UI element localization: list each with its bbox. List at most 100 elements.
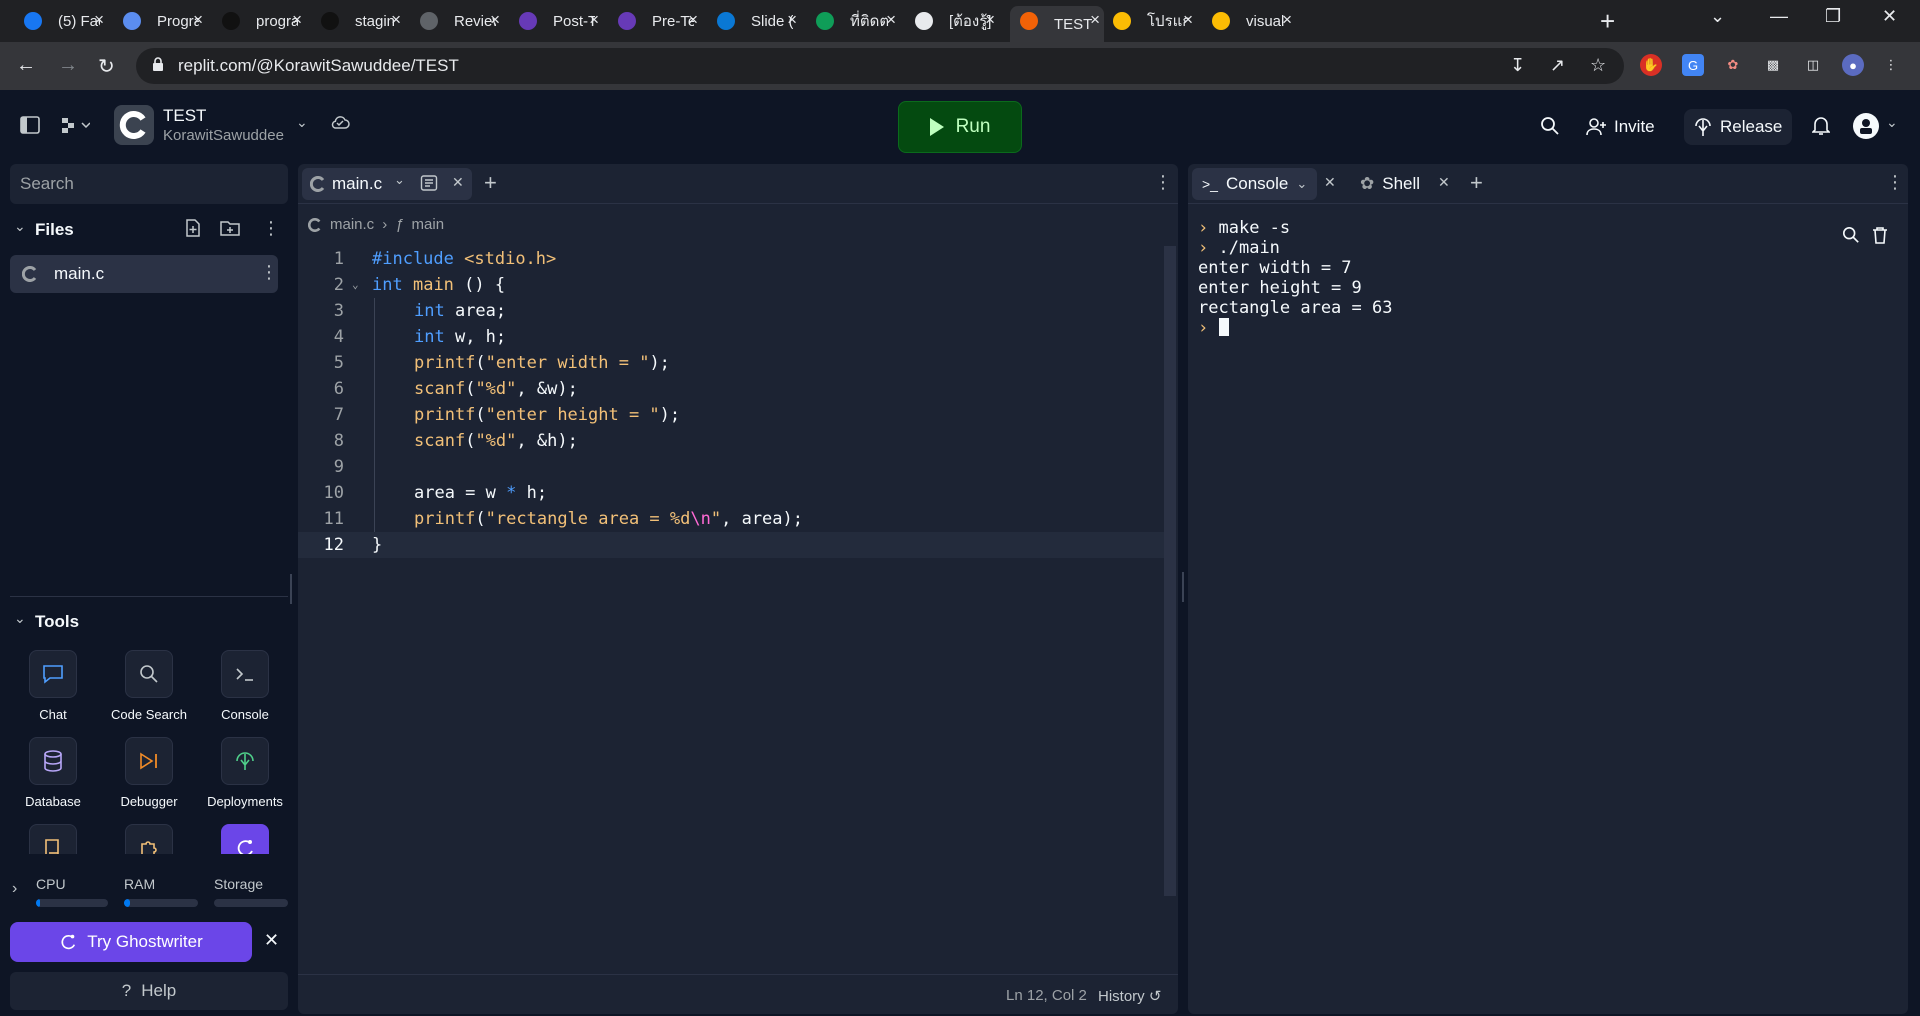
tool-ghostwriter[interactable] bbox=[200, 824, 290, 854]
repl-owner[interactable]: KorawitSawuddee bbox=[163, 127, 284, 144]
file-item-main-c[interactable]: main.c ⋮ bbox=[10, 255, 278, 293]
tool-database[interactable]: Database bbox=[8, 737, 98, 809]
close-tab-icon[interactable]: × bbox=[787, 10, 797, 30]
editor-scrollbar[interactable] bbox=[1164, 246, 1176, 896]
files-collapse-chevron-icon[interactable]: ⌄ bbox=[14, 218, 26, 235]
tools-section-title[interactable]: Tools bbox=[35, 612, 79, 632]
forward-icon[interactable]: → bbox=[58, 54, 78, 77]
tab-console[interactable]: >_ Console ⌄ bbox=[1192, 168, 1318, 200]
console-output[interactable]: › make -s › ./main enter width = 7 enter… bbox=[1198, 218, 1392, 338]
new-file-icon[interactable] bbox=[185, 219, 201, 242]
tab-shell[interactable]: ✿ Shell bbox=[1350, 168, 1430, 200]
tools-collapse-chevron-icon[interactable]: ⌄ bbox=[14, 610, 26, 627]
install-app-icon[interactable]: ↧ bbox=[1510, 55, 1525, 76]
close-tab-icon[interactable]: ✕ bbox=[1324, 174, 1336, 191]
add-tab-icon[interactable]: + bbox=[1470, 170, 1483, 196]
tool-console[interactable]: Console bbox=[200, 650, 290, 722]
sidebar-resize-handle[interactable] bbox=[290, 574, 292, 604]
dismiss-ghostwriter-icon[interactable]: ✕ bbox=[264, 930, 279, 951]
editor-tab-main-c[interactable]: main.c ⌄ ✕ bbox=[302, 168, 472, 200]
browser-tab[interactable]: Post-T × bbox=[509, 6, 603, 36]
browser-tab[interactable]: ที่ติดตา× bbox=[806, 6, 900, 36]
console-search-icon[interactable] bbox=[1842, 226, 1860, 249]
try-ghostwriter-button[interactable]: Try Ghostwriter bbox=[10, 922, 252, 962]
clear-console-trash-icon[interactable] bbox=[1872, 226, 1888, 249]
user-avatar[interactable] bbox=[1852, 112, 1880, 145]
bookmark-star-icon[interactable]: ☆ bbox=[1590, 55, 1606, 76]
help-button[interactable]: ? Help bbox=[10, 972, 288, 1010]
chrome-menu-icon[interactable]: ⋮ bbox=[1880, 54, 1902, 76]
browser-tab[interactable]: progra × bbox=[212, 6, 306, 36]
browser-tab[interactable]: Progra × bbox=[113, 6, 207, 36]
repl-name[interactable]: TEST bbox=[163, 106, 206, 126]
tool-deployments[interactable]: Deployments bbox=[200, 737, 290, 809]
tab-chevron-down-icon[interactable]: ⌄ bbox=[1296, 176, 1307, 192]
close-tab-icon[interactable]: × bbox=[490, 10, 500, 30]
translate-extension-icon[interactable]: G bbox=[1682, 54, 1704, 76]
maximize-icon[interactable]: ❐ bbox=[1825, 6, 1841, 27]
browser-tab[interactable]: Pre-Te × bbox=[608, 6, 702, 36]
code-editor[interactable]: 1 #include <stdio.h> 2 ⌄ int main () { 3 int… bbox=[298, 246, 1168, 558]
new-folder-icon[interactable] bbox=[220, 219, 240, 242]
fold-chevron-icon[interactable]: ⌄ bbox=[352, 272, 359, 298]
close-tab-icon[interactable]: × bbox=[1282, 10, 1292, 30]
run-button[interactable]: Run bbox=[898, 101, 1022, 153]
close-tab-icon[interactable]: × bbox=[193, 10, 203, 30]
breadcrumb-file[interactable]: main.c bbox=[330, 216, 374, 233]
files-more-icon[interactable]: ⋮ bbox=[262, 218, 280, 239]
pane-resize-handle[interactable] bbox=[1182, 572, 1184, 602]
browser-tab[interactable]: [ต้องรู้] × bbox=[905, 6, 999, 36]
browser-tab[interactable]: (5) Fac× bbox=[14, 6, 108, 36]
search-icon[interactable] bbox=[1540, 116, 1560, 141]
new-tab-button[interactable]: + bbox=[1600, 6, 1615, 37]
browser-tab[interactable]: visual × bbox=[1202, 6, 1296, 36]
cursor-position[interactable]: Ln 12, Col 2 bbox=[1006, 987, 1087, 1004]
sidebar-toggle-icon[interactable] bbox=[20, 116, 40, 139]
back-icon[interactable]: ← bbox=[16, 54, 36, 77]
browser-tab[interactable]: Slide (× bbox=[707, 6, 801, 36]
extensions-puzzle-icon[interactable]: ▩ bbox=[1762, 54, 1784, 76]
close-tab-icon[interactable]: × bbox=[985, 10, 995, 30]
release-button[interactable]: Release bbox=[1684, 109, 1793, 145]
browser-tab[interactable]: โปรแกร× bbox=[1103, 6, 1197, 36]
console-more-icon[interactable]: ⋮ bbox=[1886, 172, 1904, 193]
history-button[interactable]: History ↺ bbox=[1098, 987, 1161, 1005]
tab-search-icon[interactable]: ⌄ bbox=[1710, 6, 1725, 27]
editor-more-icon[interactable]: ⋮ bbox=[1154, 172, 1172, 193]
tool-debugger[interactable]: Debugger bbox=[104, 737, 194, 809]
repl-dropdown-chevron-icon[interactable]: ⌄ bbox=[296, 114, 308, 131]
close-tab-icon[interactable]: ✕ bbox=[452, 174, 464, 191]
files-section-title[interactable]: Files bbox=[35, 220, 74, 240]
close-tab-icon[interactable]: × bbox=[688, 10, 698, 30]
address-bar[interactable]: replit.com/@KorawitSawuddee/TEST ↧ ↗ ☆ bbox=[136, 48, 1624, 84]
reload-icon[interactable]: ↻ bbox=[98, 54, 115, 79]
browser-tab[interactable]: stagin × bbox=[311, 6, 405, 36]
file-item-more-icon[interactable]: ⋮ bbox=[260, 262, 278, 283]
tool-code-search[interactable]: Code Search bbox=[104, 650, 194, 722]
close-tab-icon[interactable]: × bbox=[94, 10, 104, 30]
side-panel-icon[interactable]: ◫ bbox=[1802, 54, 1824, 76]
close-tab-icon[interactable]: × bbox=[589, 10, 599, 30]
window-close-icon[interactable]: ✕ bbox=[1882, 6, 1897, 27]
file-info-icon[interactable] bbox=[420, 174, 438, 197]
url-text[interactable]: replit.com/@KorawitSawuddee/TEST bbox=[178, 56, 459, 76]
tool-extensions[interactable] bbox=[104, 824, 194, 854]
butterfly-extension-icon[interactable]: ✿ bbox=[1722, 54, 1744, 76]
file-search-input[interactable]: Search bbox=[10, 164, 288, 204]
close-tab-icon[interactable]: × bbox=[1090, 10, 1100, 30]
tool-chat[interactable]: Chat bbox=[8, 650, 98, 722]
adblock-extension-icon[interactable]: ✋ bbox=[1640, 54, 1662, 76]
close-tab-icon[interactable]: × bbox=[292, 10, 302, 30]
close-tab-icon[interactable]: × bbox=[886, 10, 896, 30]
profile-avatar-icon[interactable]: ● bbox=[1842, 54, 1864, 76]
tab-chevron-down-icon[interactable]: ⌄ bbox=[394, 172, 405, 188]
close-tab-icon[interactable]: ✕ bbox=[1438, 174, 1450, 191]
replit-menu-icon[interactable] bbox=[60, 116, 91, 139]
notifications-bell-icon[interactable] bbox=[1811, 116, 1831, 141]
account-chevron-icon[interactable]: ⌄ bbox=[1886, 114, 1898, 131]
browser-tab[interactable]: Review× bbox=[410, 6, 504, 36]
close-tab-icon[interactable]: × bbox=[1183, 10, 1193, 30]
resources-expand-chevron-icon[interactable]: › bbox=[12, 880, 17, 898]
invite-button[interactable]: Invite bbox=[1576, 109, 1665, 145]
share-icon[interactable]: ↗ bbox=[1550, 55, 1565, 76]
